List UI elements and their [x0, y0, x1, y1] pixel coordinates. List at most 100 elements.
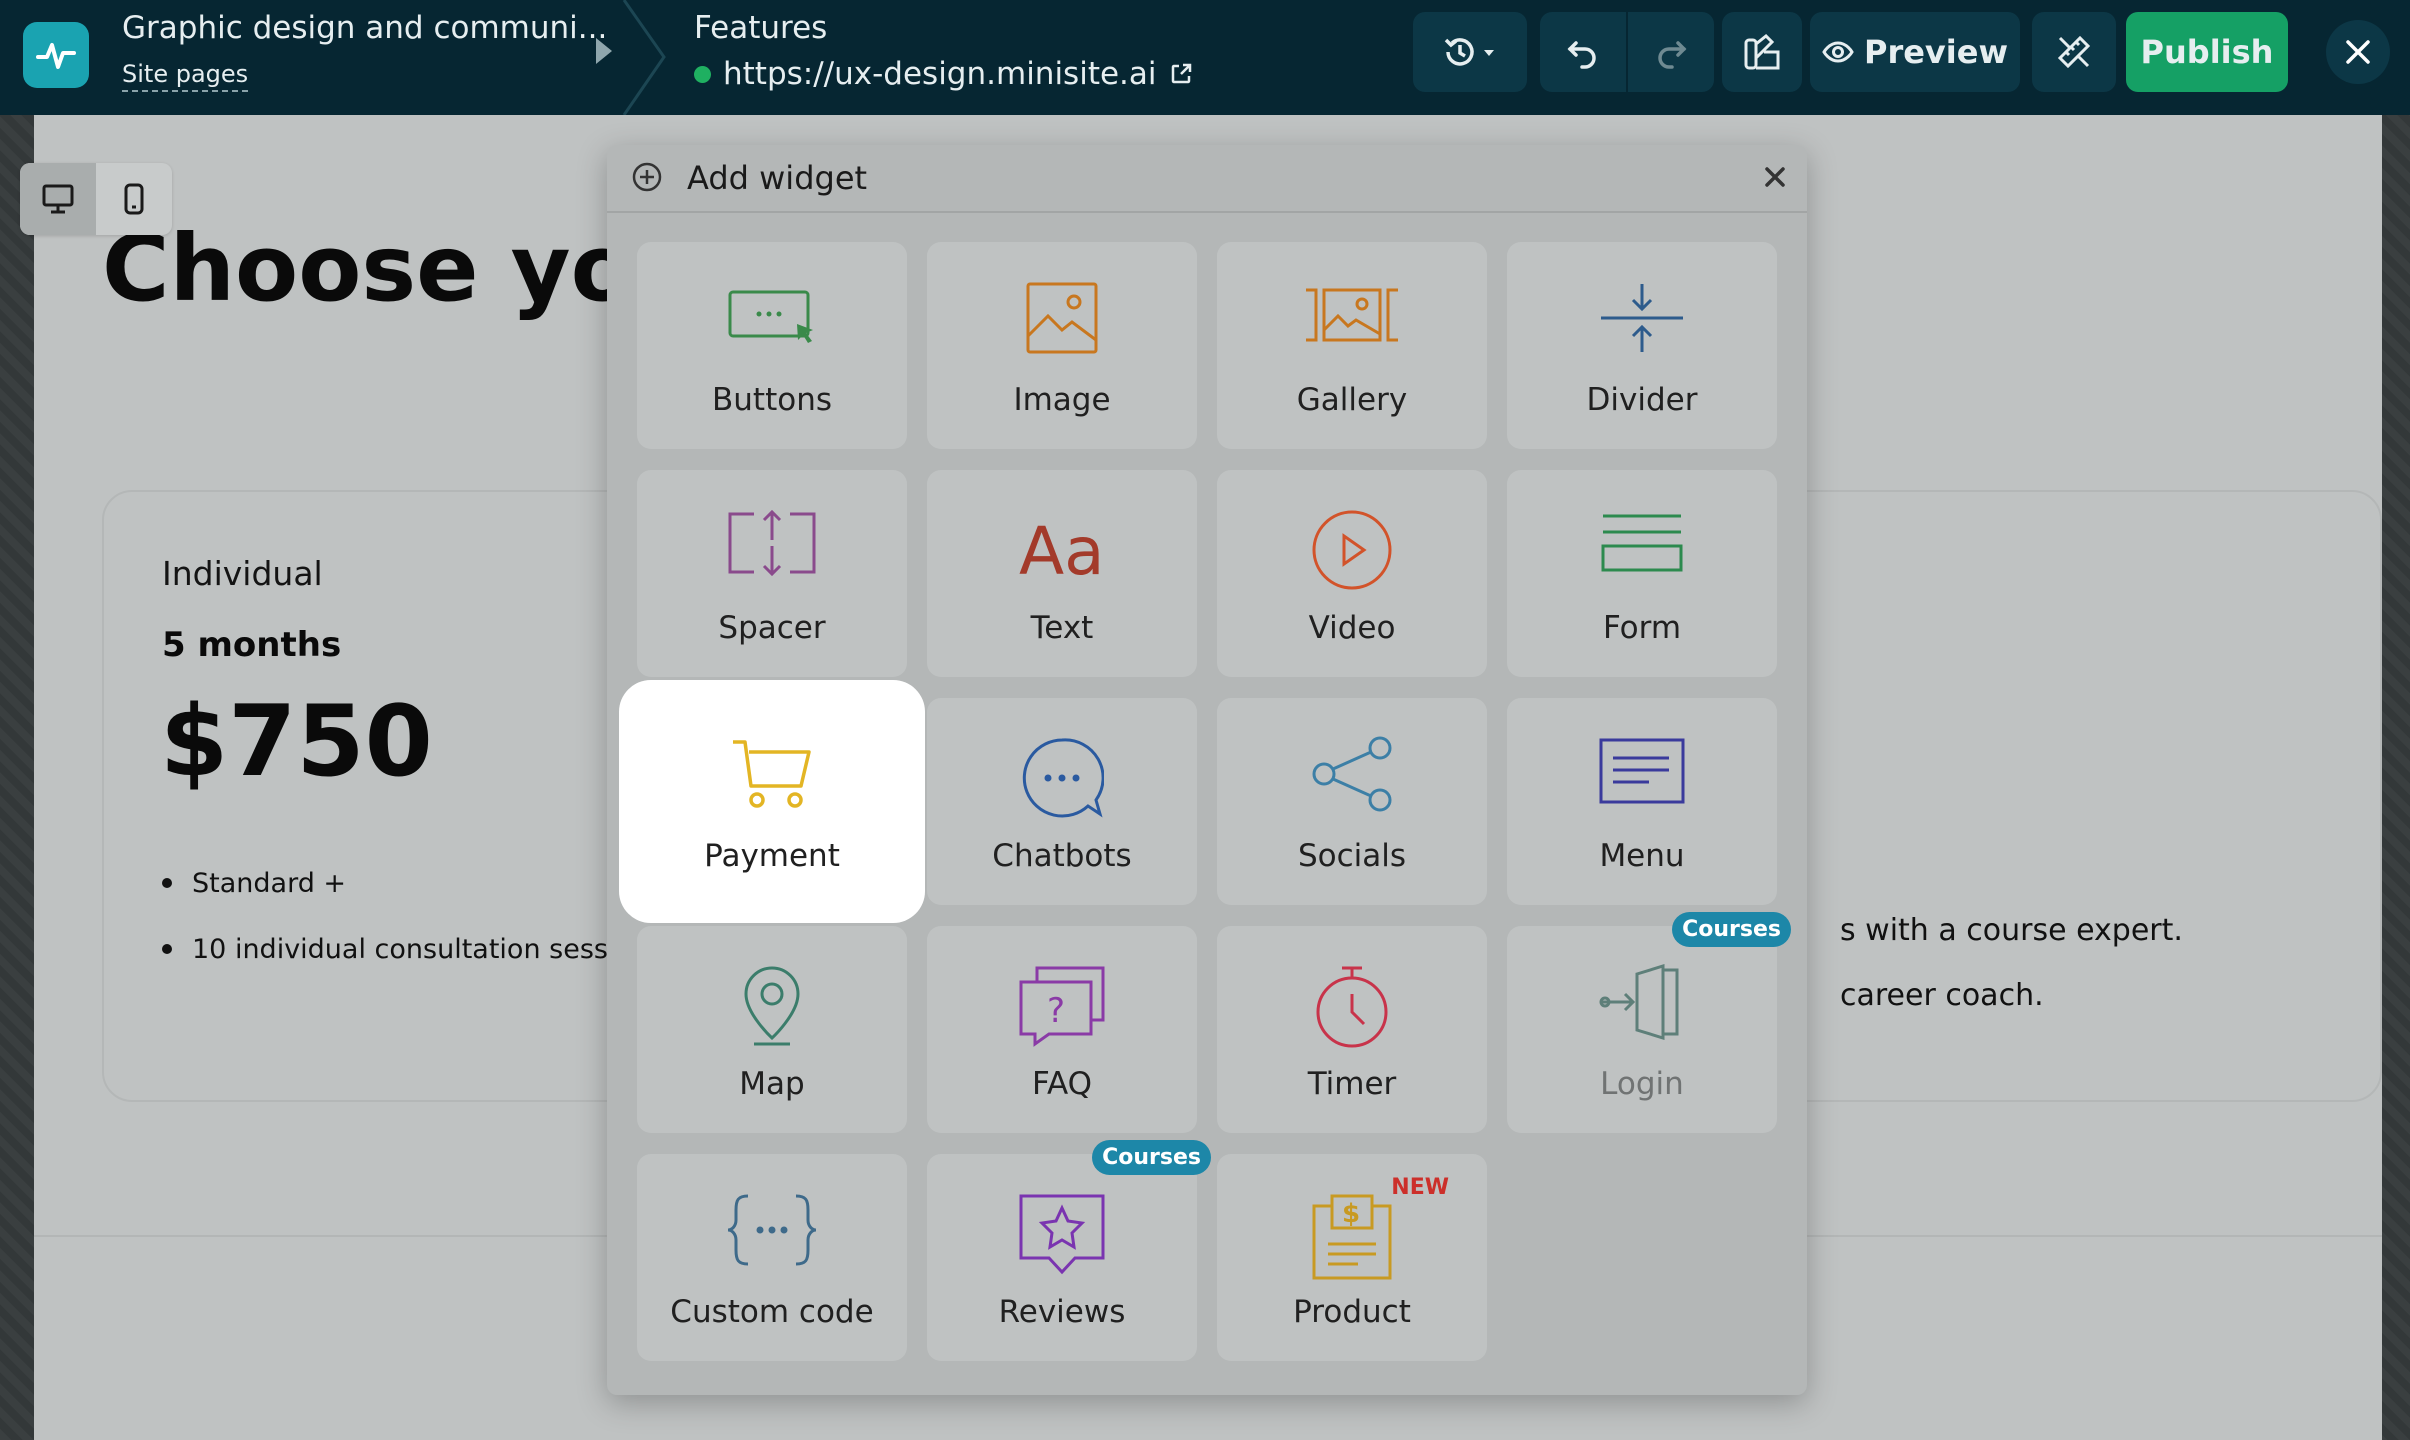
preview-label: Preview: [1863, 33, 2009, 71]
mobile-icon: [124, 183, 144, 215]
site-url-link[interactable]: https://ux-design.minisite.ai: [694, 56, 1193, 92]
widget-tile-text[interactable]: Aa Text: [927, 470, 1197, 677]
widget-tile-image[interactable]: Image: [927, 242, 1197, 449]
widget-label: FAQ: [1031, 1066, 1093, 1102]
svg-text:?: ?: [1047, 991, 1065, 1031]
widget-tile-buttons[interactable]: Buttons: [637, 242, 907, 449]
plus-circle-icon: [632, 162, 662, 192]
widget-label: Chatbots: [992, 838, 1132, 874]
close-icon[interactable]: [1757, 159, 1793, 195]
widget-tile-socials[interactable]: Socials: [1217, 698, 1487, 905]
plan-type: Individual: [162, 554, 323, 593]
widget-tile-login[interactable]: Login Courses: [1507, 912, 1791, 1133]
chat-bubble-icon: [1022, 738, 1104, 818]
code-braces-icon: [727, 1194, 817, 1266]
publish-button[interactable]: Publish: [2126, 12, 2288, 92]
stopwatch-icon: [1316, 966, 1388, 1048]
theme-button[interactable]: [1722, 12, 1802, 92]
spacer-icon: [728, 509, 816, 577]
buttons-icon: [728, 290, 813, 343]
login-icon: [1599, 964, 1679, 1040]
modal-header: Add widget: [607, 145, 1807, 213]
device-toggle: [20, 163, 172, 235]
undo-button[interactable]: [1540, 12, 1626, 92]
app-logo[interactable]: [23, 22, 89, 88]
widget-label: Buttons: [712, 382, 832, 418]
share-icon: [1312, 736, 1392, 812]
mobile-view-button[interactable]: [96, 163, 172, 235]
breadcrumb-chevron-divider: [622, 0, 666, 115]
feature-text-right: s with a course expert.: [1840, 913, 2183, 948]
widget-label: Menu: [1599, 838, 1685, 874]
site-pages-link[interactable]: Site pages: [122, 60, 249, 92]
design-tools-button[interactable]: [2032, 12, 2116, 92]
plan-duration: 5 months: [162, 625, 342, 665]
image-icon: [1026, 282, 1098, 354]
feature-text-right: career coach.: [1840, 978, 2044, 1013]
widget-label: Socials: [1297, 838, 1407, 874]
ruler-pencil-icon: [2057, 35, 2091, 69]
svg-text:$: $: [1342, 1199, 1360, 1229]
plan-price: $750: [160, 685, 433, 799]
paint-bucket-icon: [1744, 33, 1780, 70]
gallery-icon: [1306, 288, 1398, 342]
widget-tile-spacer[interactable]: Spacer: [637, 470, 907, 677]
divider-icon: [1601, 284, 1683, 352]
redo-button[interactable]: [1628, 12, 1714, 92]
list-item: 10 individual consultation sessions w: [162, 916, 642, 982]
widget-tile-divider[interactable]: Divider: [1507, 242, 1777, 449]
map-pin-icon: [744, 966, 800, 1046]
widget-label: Login: [1600, 1066, 1684, 1102]
widget-tile-payment[interactable]: Payment: [637, 698, 907, 905]
menu-icon: [1599, 738, 1685, 804]
add-widget-modal: Add widget Buttons Image Gallery Divider…: [607, 145, 1807, 1395]
new-badge: NEW: [1391, 1175, 1449, 1200]
redo-icon: [1658, 41, 1687, 69]
external-link-icon: [1171, 63, 1191, 84]
widget-label: Timer: [1307, 1066, 1397, 1102]
pulse-logo-icon: [36, 43, 76, 69]
current-page-name[interactable]: Features: [694, 10, 827, 46]
editor-toolbar: Graphic design and communi... Site pages…: [0, 0, 2410, 115]
history-icon: [1444, 38, 1494, 66]
plan-features-list: Standard + 10 individual consultation se…: [162, 850, 642, 982]
undo-icon: [1567, 41, 1596, 69]
courses-badge: Courses: [1092, 1140, 1211, 1175]
widget-label: Video: [1308, 610, 1396, 646]
widget-label: Divider: [1586, 382, 1698, 418]
svg-text:Aa: Aa: [1019, 513, 1105, 584]
eye-icon: [1822, 41, 1854, 63]
widget-tile-map[interactable]: Map: [637, 926, 907, 1133]
product-icon: $: [1312, 1194, 1392, 1280]
widget-label: Map: [739, 1066, 805, 1102]
shopping-cart-icon: [733, 740, 811, 808]
history-button[interactable]: [1413, 12, 1527, 92]
preview-button[interactable]: Preview: [1810, 12, 2020, 92]
widget-tile-video[interactable]: Video: [1217, 470, 1487, 677]
desktop-view-button[interactable]: [20, 163, 96, 235]
widget-tile-custom-code[interactable]: Custom code: [637, 1154, 907, 1361]
widget-tile-reviews[interactable]: Reviews Courses: [927, 1140, 1211, 1361]
widget-tile-product[interactable]: $ Product NEW: [1217, 1154, 1487, 1361]
site-title[interactable]: Graphic design and communi...: [122, 10, 607, 46]
live-status-dot: [694, 65, 711, 83]
list-item: Standard +: [162, 850, 642, 916]
widget-label: Product: [1293, 1294, 1411, 1330]
widget-tile-faq[interactable]: ? FAQ: [927, 926, 1197, 1133]
caret-right-icon[interactable]: [592, 36, 616, 66]
review-star-icon: [1019, 1194, 1105, 1275]
widget-label: Spacer: [718, 610, 826, 646]
widget-label: Reviews: [998, 1294, 1126, 1330]
widget-label: Custom code: [670, 1294, 874, 1330]
close-editor-button[interactable]: [2326, 20, 2390, 84]
widget-tile-timer[interactable]: Timer: [1217, 926, 1487, 1133]
widget-tile-menu[interactable]: Menu: [1507, 698, 1777, 905]
desktop-icon: [42, 184, 74, 214]
widget-label: Form: [1602, 610, 1682, 646]
widget-tile-chatbots[interactable]: Chatbots: [927, 698, 1197, 905]
widget-tile-gallery[interactable]: Gallery: [1217, 242, 1487, 449]
widget-label: Gallery: [1296, 382, 1408, 418]
site-url-text: https://ux-design.minisite.ai: [723, 56, 1157, 92]
widget-tile-form[interactable]: Form: [1507, 470, 1777, 677]
section-headline[interactable]: Choose you: [102, 215, 647, 322]
